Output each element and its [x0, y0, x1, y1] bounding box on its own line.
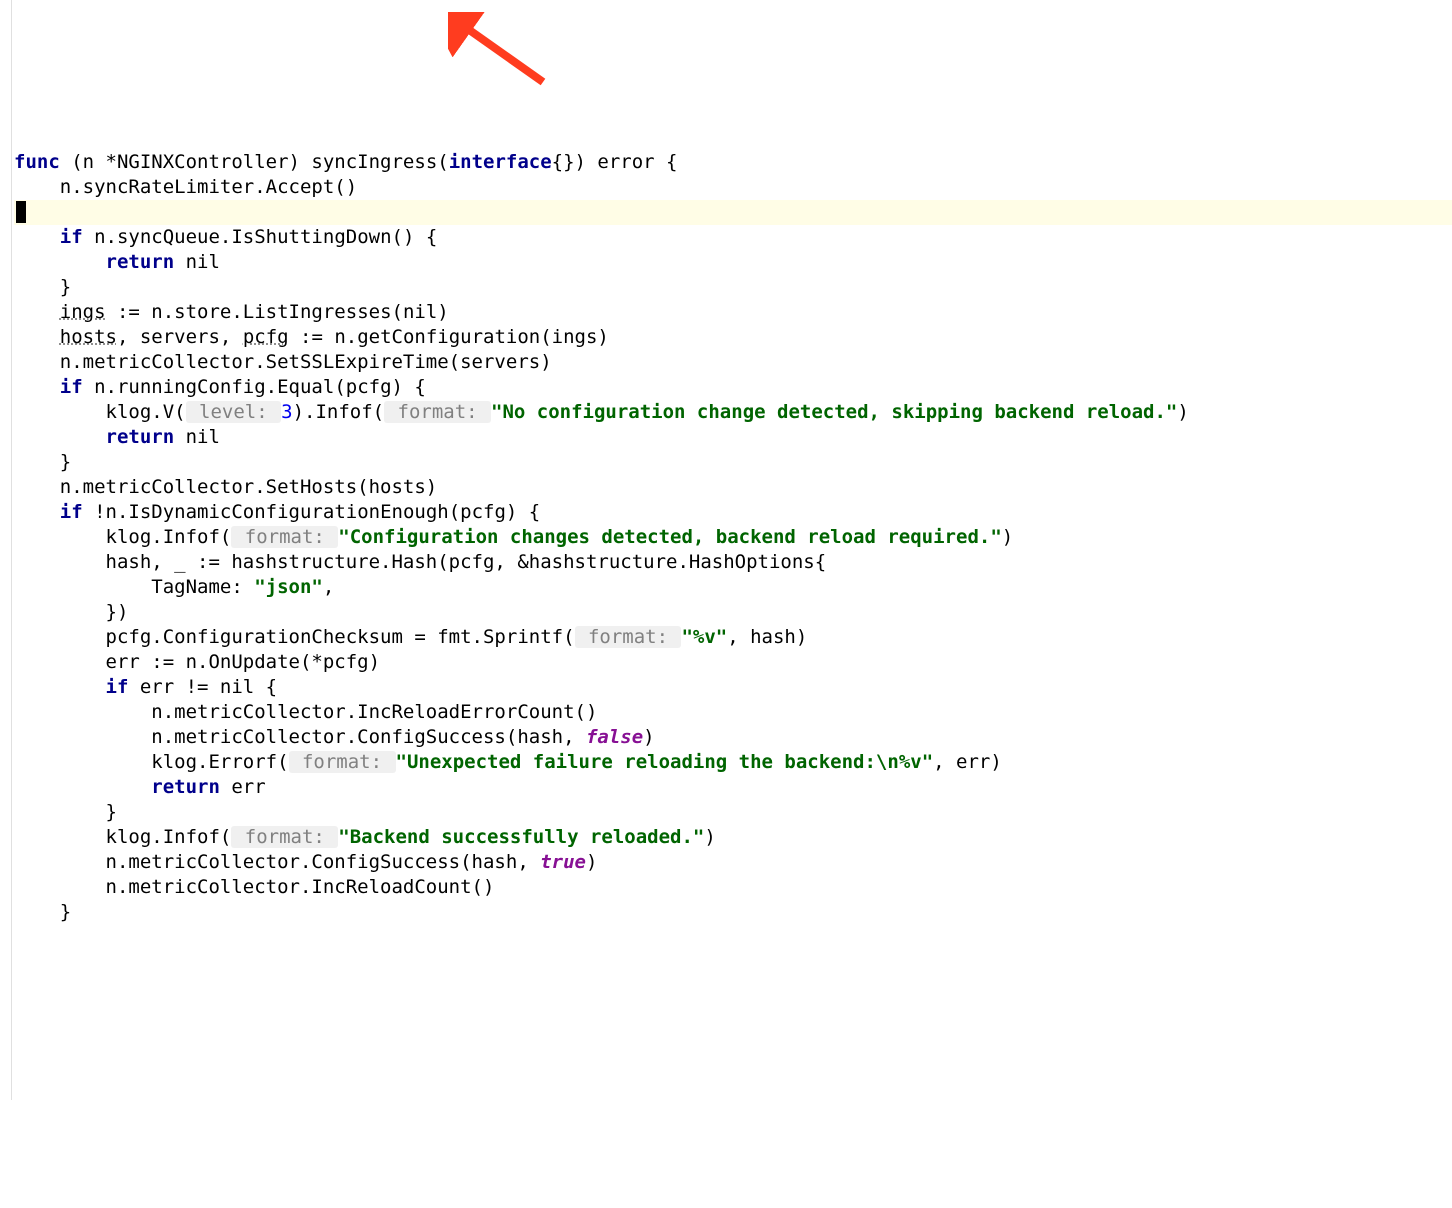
code-line: TagName: "json", [14, 575, 1452, 600]
bool-literal: false [586, 726, 643, 748]
inline-hint: format: [289, 751, 396, 773]
keyword-if: if [60, 501, 83, 523]
code-line: if n.runningConfig.Equal(pcfg) { [14, 375, 1452, 400]
code-line: pcfg.ConfigurationChecksum = fmt.Sprintf… [14, 625, 1452, 650]
string-literal: "%v" [681, 626, 727, 648]
code-line: ings := n.store.ListIngresses(nil) [14, 300, 1452, 325]
code-line: func (n *NGINXController) syncIngress(in… [14, 150, 1452, 175]
inline-hint: format: [231, 526, 338, 548]
code-line: klog.Infof( format: "Configuration chang… [14, 525, 1452, 550]
string-literal: "Configuration changes detected, backend… [338, 526, 1001, 548]
annotation-arrow-icon [448, 12, 558, 92]
code-line: }) [14, 600, 1452, 625]
code-line: klog.Errorf( format: "Unexpected failure… [14, 750, 1452, 775]
code-line: return err [14, 775, 1452, 800]
code-line: } [14, 275, 1452, 300]
code-line: n.metricCollector.ConfigSuccess(hash, tr… [14, 850, 1452, 875]
text-caret [16, 201, 26, 223]
keyword-return: return [106, 426, 175, 448]
inline-hint: format: [384, 401, 491, 423]
code-line: n.metricCollector.IncReloadErrorCount() [14, 700, 1452, 725]
bool-literal: true [540, 851, 586, 873]
code-line: return nil [14, 250, 1452, 275]
keyword-if: if [106, 676, 129, 698]
code-line: hash, _ := hashstructure.Hash(pcfg, &has… [14, 550, 1452, 575]
code-line: klog.V( level: 3).Infof( format: "No con… [14, 400, 1452, 425]
keyword-interface: interface [449, 151, 552, 173]
code-line: hosts, servers, pcfg := n.getConfigurati… [14, 325, 1452, 350]
keyword-if: if [60, 376, 83, 398]
code-line: n.metricCollector.IncReloadCount() [14, 875, 1452, 900]
code-editor[interactable]: func (n *NGINXController) syncIngress(in… [14, 150, 1452, 925]
keyword-return: return [151, 776, 220, 798]
string-literal: "json" [254, 576, 323, 598]
code-line: n.metricCollector.SetSSLExpireTime(serve… [14, 350, 1452, 375]
code-line: } [14, 450, 1452, 475]
inline-hint: format: [231, 826, 338, 848]
code-line: klog.Infof( format: "Backend successfull… [14, 825, 1452, 850]
code-line: if err != nil { [14, 675, 1452, 700]
code-line: } [14, 800, 1452, 825]
inline-hint: format: [575, 626, 682, 648]
code-line: n.metricCollector.ConfigSuccess(hash, fa… [14, 725, 1452, 750]
highlighted-line [14, 200, 1452, 225]
string-literal: "No configuration change detected, skipp… [491, 401, 1177, 423]
keyword-return: return [106, 251, 175, 273]
code-line: return nil [14, 425, 1452, 450]
code-line: err := n.OnUpdate(*pcfg) [14, 650, 1452, 675]
keyword-if: if [60, 226, 83, 248]
code-line: n.syncRateLimiter.Accept() [14, 175, 1452, 200]
code-line: n.metricCollector.SetHosts(hosts) [14, 475, 1452, 500]
string-literal: "Unexpected failure reloading the backen… [396, 751, 934, 773]
editor-gutter [0, 0, 12, 1100]
string-literal: "Backend successfully reloaded." [338, 826, 704, 848]
code-line: } [14, 900, 1452, 925]
code-line: if !n.IsDynamicConfigurationEnough(pcfg)… [14, 500, 1452, 525]
code-line: if n.syncQueue.IsShuttingDown() { [14, 225, 1452, 250]
inline-hint: level: [186, 401, 282, 423]
keyword-func: func [14, 151, 60, 173]
